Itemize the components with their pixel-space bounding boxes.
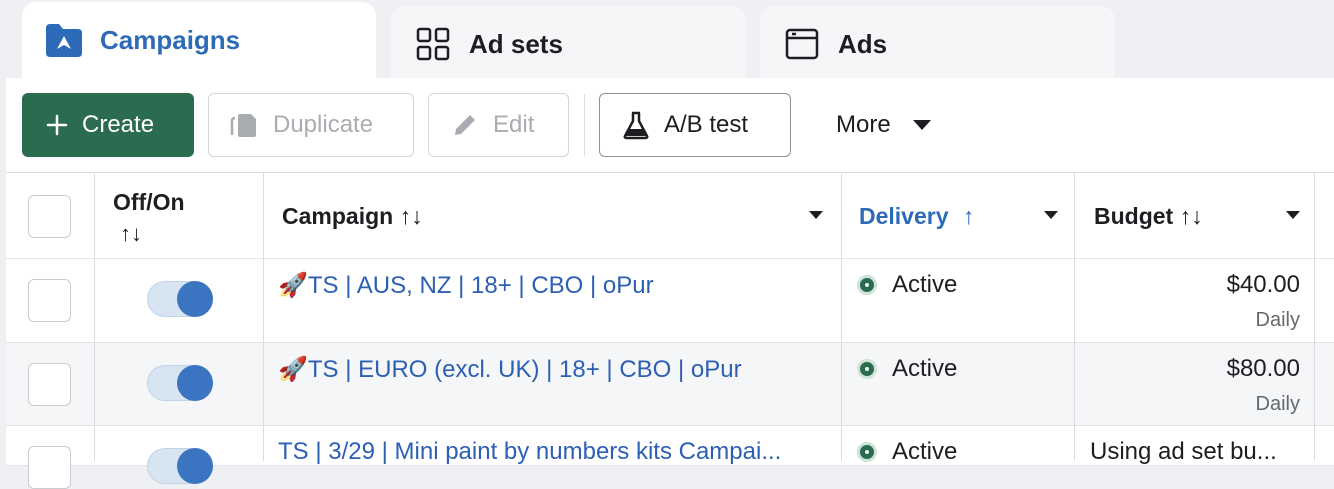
plus-icon <box>46 114 68 136</box>
campaign-name-link[interactable]: TS | 3/29 | Mini paint by numbers kits C… <box>278 438 818 466</box>
tab-label: Ad sets <box>469 28 563 59</box>
column-divider <box>263 173 264 461</box>
campaign-toggle[interactable] <box>147 281 213 317</box>
toolbar-divider <box>584 94 585 156</box>
toggle-knob <box>177 281 213 317</box>
budget-value: Using ad set bu... <box>1090 438 1277 465</box>
column-header-offon[interactable]: Off/On <box>113 189 185 216</box>
column-divider <box>1314 173 1315 461</box>
more-label: More <box>836 111 891 138</box>
status-dot-icon <box>857 359 877 379</box>
tab-label: Campaigns <box>100 24 241 55</box>
tab-ad-sets[interactable]: Ad sets <box>391 6 746 82</box>
campaign-toggle[interactable] <box>147 448 213 484</box>
flask-icon <box>623 111 649 140</box>
campaigns-panel: Create Duplicate Edit A/B test More Off/… <box>6 78 1334 489</box>
budget-column-menu-icon[interactable] <box>1286 211 1300 219</box>
ab-test-label: A/B test <box>664 111 749 138</box>
column-divider <box>94 173 95 461</box>
column-divider <box>841 173 842 461</box>
row-checkbox[interactable] <box>28 363 71 406</box>
window-icon <box>782 24 822 64</box>
toggle-knob <box>177 365 213 401</box>
delivery-status: Active <box>892 438 958 465</box>
grid-icon <box>413 24 453 64</box>
toggle-knob <box>177 448 213 484</box>
edit-label: Edit <box>493 111 535 138</box>
campaign-column-menu-icon[interactable] <box>809 211 823 219</box>
budget-period: Daily <box>1255 309 1300 331</box>
table-row[interactable]: 🚀TS | AUS, NZ | 18+ | CBO | oPur Active … <box>6 259 1334 343</box>
object-tabs: Campaigns Ad sets Ads <box>0 0 1334 82</box>
row-checkbox[interactable] <box>28 279 71 322</box>
campaign-name-link[interactable]: 🚀TS | EURO (excl. UK) | 18+ | CBO | oPur <box>278 355 838 384</box>
row-checkbox[interactable] <box>28 446 71 489</box>
table-row[interactable]: TS | 3/29 | Mini paint by numbers kits C… <box>6 426 1334 489</box>
create-label: Create <box>82 111 155 138</box>
budget-period: Daily <box>1255 393 1300 415</box>
tab-ads[interactable]: Ads <box>760 6 1115 82</box>
column-header-budget[interactable]: Budget ↑↓ <box>1094 203 1203 230</box>
folder-icon <box>44 20 84 60</box>
duplicate-label: Duplicate <box>273 111 374 138</box>
campaigns-table: Off/On ↑↓ Campaign ↑↓ Delivery ↑ Budget … <box>6 172 1334 489</box>
delivery-label: Delivery <box>859 203 949 229</box>
sort-ascending-icon: ↑ <box>962 203 975 229</box>
duplicate-icon <box>230 114 256 137</box>
column-divider <box>1074 173 1075 461</box>
status-dot-icon <box>857 442 877 462</box>
budget-value: $80.00 <box>1226 355 1300 382</box>
campaign-toggle[interactable] <box>147 365 213 401</box>
tab-campaigns[interactable]: Campaigns <box>22 2 376 78</box>
budget-value: $40.00 <box>1226 271 1300 298</box>
caret-down-icon <box>912 120 931 130</box>
ab-test-button[interactable]: A/B test <box>599 93 791 157</box>
delivery-column-menu-icon[interactable] <box>1044 211 1058 219</box>
table-header: Off/On ↑↓ Campaign ↑↓ Delivery ↑ Budget … <box>6 173 1334 259</box>
delivery-status: Active <box>892 271 958 298</box>
column-header-campaign[interactable]: Campaign ↑↓ <box>282 203 423 230</box>
edit-button[interactable]: Edit <box>428 93 569 157</box>
table-row[interactable]: 🚀TS | EURO (excl. UK) | 18+ | CBO | oPur… <box>6 343 1334 426</box>
create-button[interactable]: Create <box>22 93 194 157</box>
toolbar: Create Duplicate Edit A/B test More <box>6 78 1334 172</box>
select-all-checkbox[interactable] <box>28 195 71 238</box>
pencil-icon <box>455 115 475 135</box>
status-dot-icon <box>857 275 877 295</box>
tab-label: Ads <box>838 28 888 59</box>
campaign-name-link[interactable]: 🚀TS | AUS, NZ | 18+ | CBO | oPur <box>278 271 838 300</box>
delivery-status: Active <box>892 355 958 382</box>
more-dropdown[interactable]: More <box>818 93 958 157</box>
duplicate-button[interactable]: Duplicate <box>208 93 414 157</box>
sort-icon[interactable]: ↑↓ <box>120 221 142 247</box>
column-header-delivery[interactable]: Delivery ↑ <box>859 203 974 230</box>
